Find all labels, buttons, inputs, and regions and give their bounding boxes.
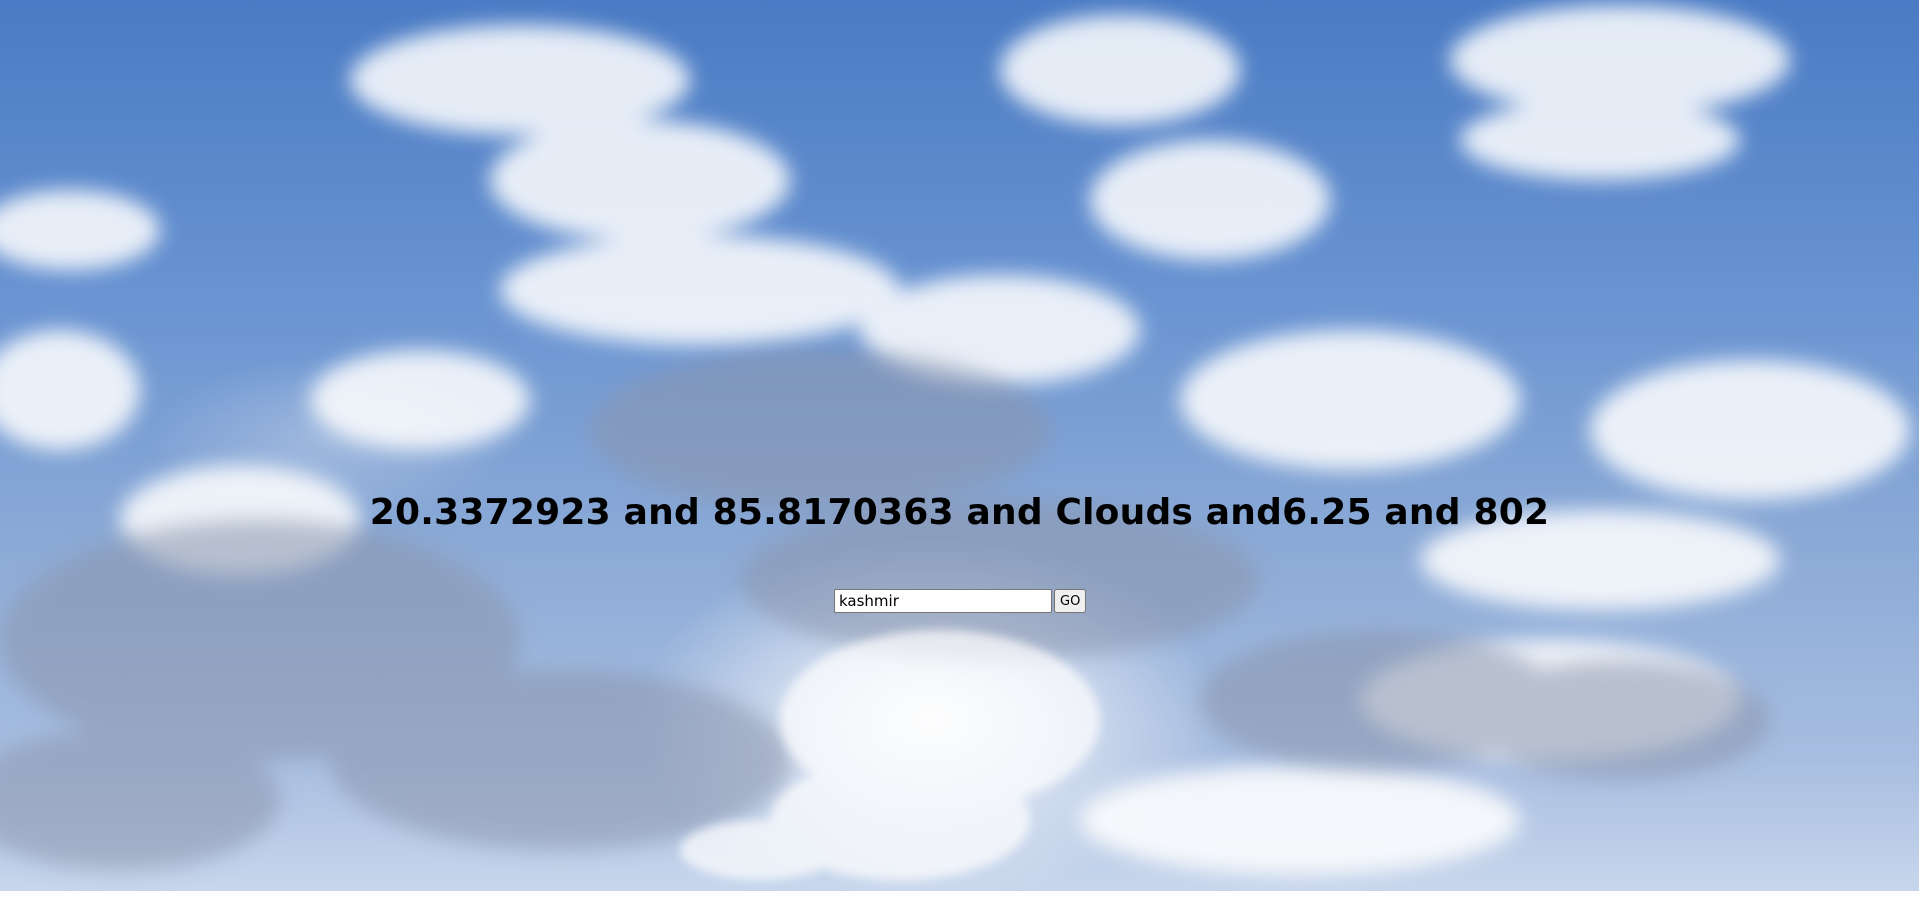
city-search-input[interactable] (834, 589, 1052, 613)
search-form: GO (834, 588, 1087, 614)
weather-summary: 20.3372923 and 85.8170363 and Clouds and… (369, 492, 1550, 533)
go-button[interactable]: GO (1054, 589, 1087, 613)
main-content: 20.3372923 and 85.8170363 and Clouds and… (0, 0, 1919, 891)
